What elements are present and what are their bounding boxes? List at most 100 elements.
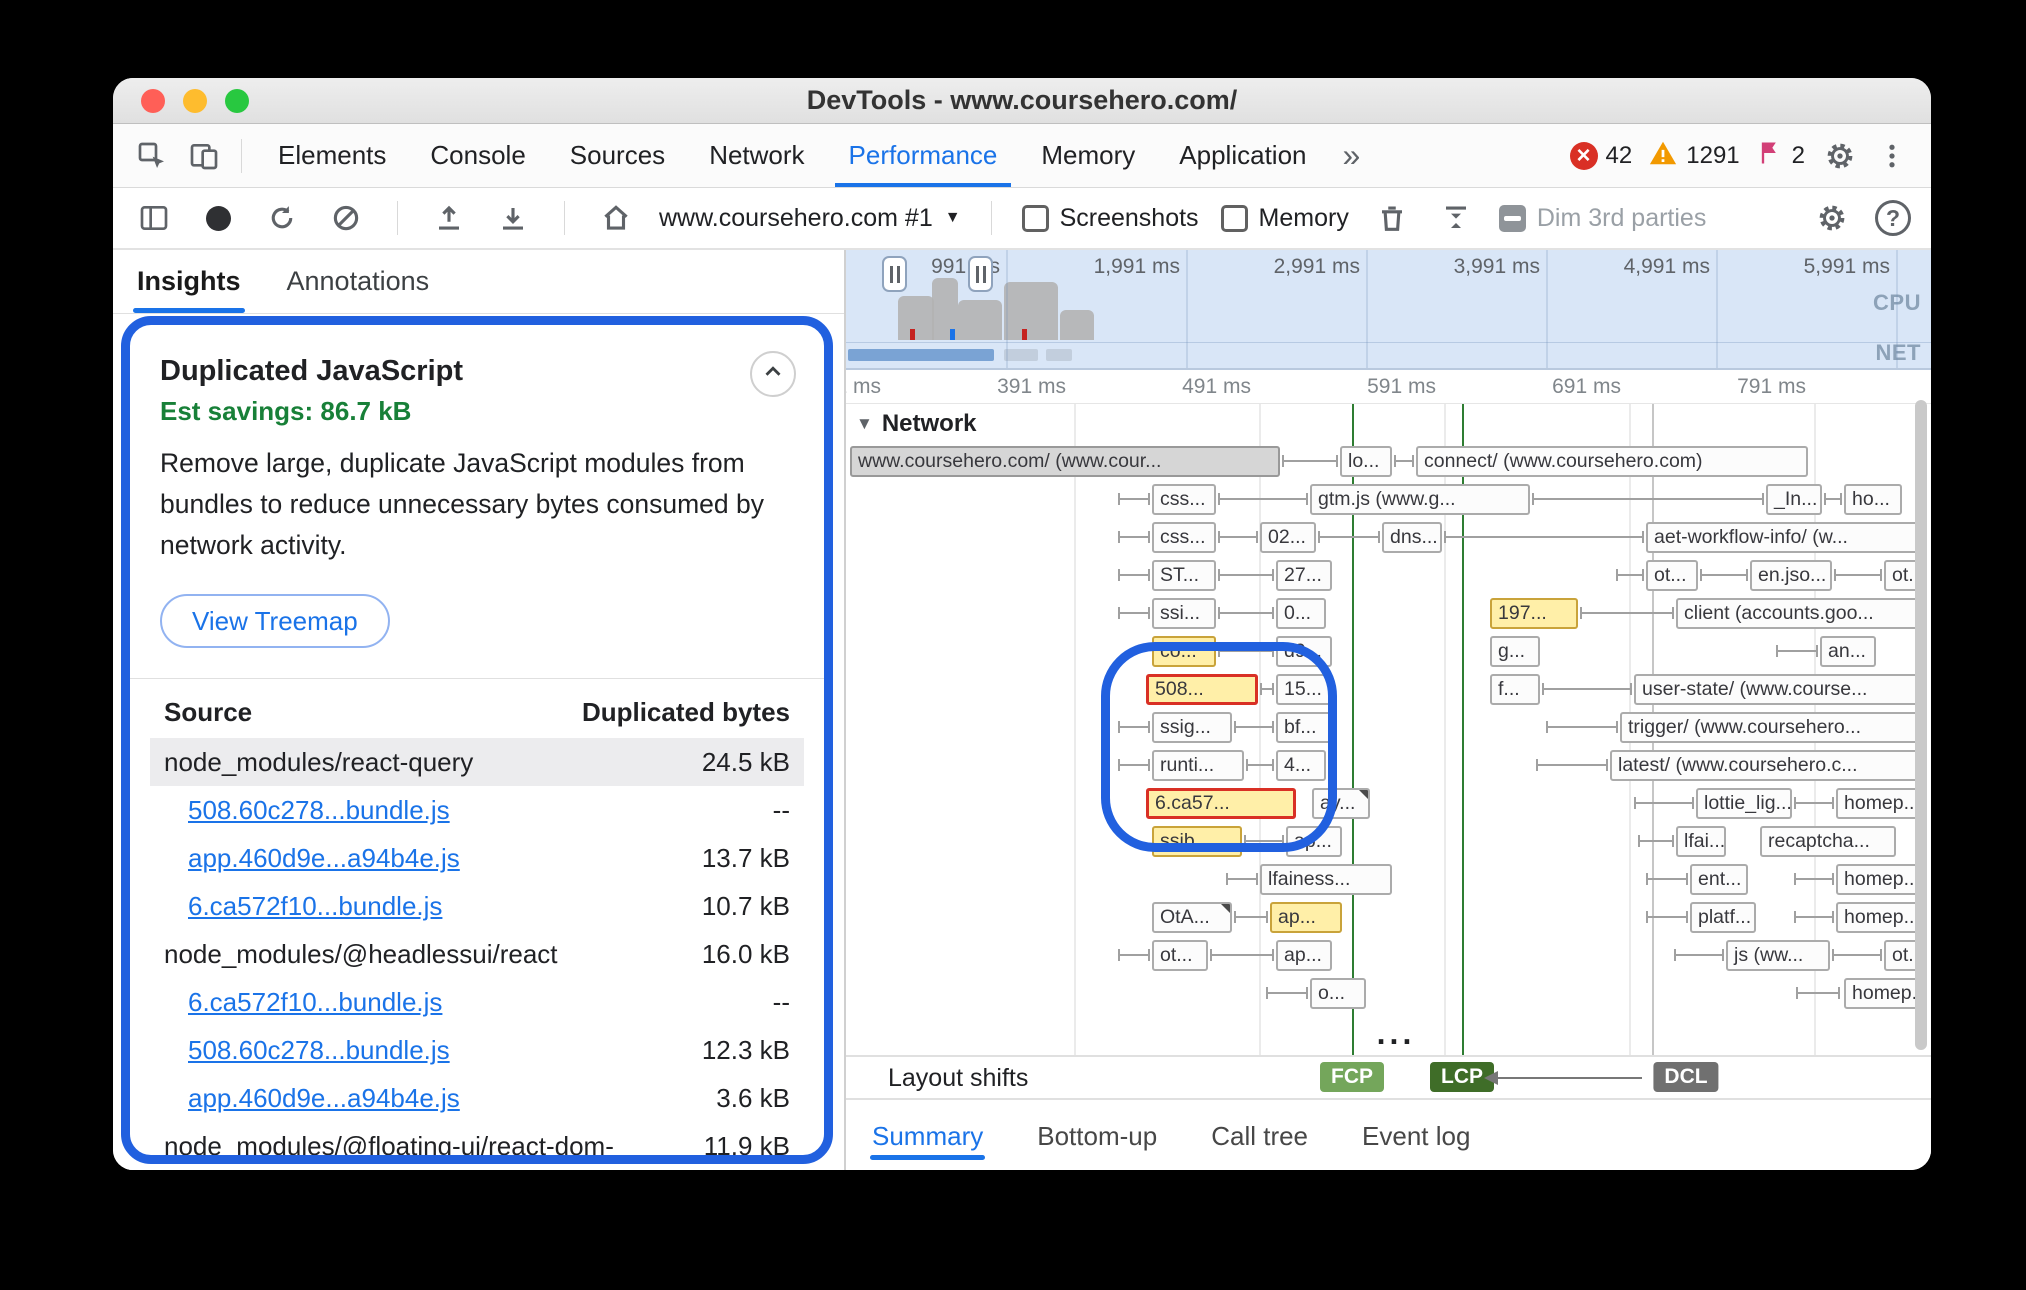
issues-badge[interactable]: 2: [1756, 139, 1805, 172]
network-request-bar[interactable]: css...: [1152, 522, 1216, 553]
source-file-link[interactable]: 6.ca572f10...bundle.js: [164, 889, 442, 923]
bottom-tab-call-tree[interactable]: Call tree: [1211, 1100, 1308, 1170]
network-request-bar[interactable]: homep...: [1836, 902, 1924, 933]
network-request-bar[interactable]: platf...: [1690, 902, 1756, 933]
view-treemap-button[interactable]: View Treemap: [160, 594, 390, 648]
source-file-link[interactable]: 6.ca572f10...bundle.js: [164, 985, 442, 1019]
network-request-bar[interactable]: g...: [1490, 636, 1540, 667]
network-request-bar[interactable]: js (ww...: [1726, 940, 1830, 971]
tab-sources[interactable]: Sources: [548, 124, 687, 187]
inspect-element-icon[interactable]: [129, 133, 175, 179]
screenshots-checkbox[interactable]: Screenshots: [1022, 204, 1199, 233]
zoom-button[interactable]: [225, 89, 249, 113]
clear-recording-icon[interactable]: [325, 197, 367, 239]
network-request-bar[interactable]: d9...: [1276, 636, 1332, 667]
bottom-tab-bottom-up[interactable]: Bottom-up: [1037, 1100, 1157, 1170]
table-row[interactable]: app.460d9e...a94b4e.js13.7 kB: [150, 834, 804, 882]
throttling-icon[interactable]: [1435, 197, 1477, 239]
table-row[interactable]: 6.ca572f10...bundle.js10.7 kB: [150, 882, 804, 930]
network-request-bar[interactable]: 02...: [1260, 522, 1316, 553]
error-badge[interactable]: × 42: [1570, 142, 1633, 170]
table-row[interactable]: 508.60c278...bundle.js--: [150, 786, 804, 834]
network-request-bar[interactable]: 15...: [1276, 674, 1332, 705]
table-row[interactable]: 6.ca572f10...bundle.js--: [150, 978, 804, 1026]
network-request-bar[interactable]: ssi...: [1152, 598, 1216, 629]
network-request-bar[interactable]: connect/ (www.coursehero.com): [1416, 446, 1808, 477]
network-request-bar[interactable]: ST...: [1152, 560, 1216, 591]
toggle-sidebar-icon[interactable]: [133, 197, 175, 239]
network-request-bar[interactable]: ssig...: [1152, 712, 1232, 743]
network-request-bar[interactable]: lottie_lig...: [1696, 788, 1792, 819]
network-request-bar[interactable]: gtm.js (www.g...: [1310, 484, 1530, 515]
network-request-bar[interactable]: lfainess...: [1260, 864, 1392, 895]
tab-console[interactable]: Console: [408, 124, 547, 187]
warning-badge[interactable]: 1291: [1648, 138, 1739, 173]
network-request-bar[interactable]: homep...: [1836, 788, 1924, 819]
bottom-tab-summary[interactable]: Summary: [872, 1100, 983, 1170]
network-request-bar[interactable]: www.coursehero.com/ (www.cour...: [850, 446, 1280, 477]
table-row[interactable]: node_modules/react-query24.5 kB: [150, 738, 804, 786]
zoom-handle-left[interactable]: [882, 256, 907, 292]
network-request-bar[interactable]: f...: [1490, 674, 1540, 705]
tab-network[interactable]: Network: [687, 124, 826, 187]
help-icon[interactable]: ?: [1875, 200, 1911, 236]
reload-and-record-icon[interactable]: [261, 197, 303, 239]
network-request-bar[interactable]: 197...: [1490, 598, 1578, 629]
source-file-link[interactable]: app.460d9e...a94b4e.js: [164, 1081, 460, 1115]
memory-checkbox[interactable]: Memory: [1221, 204, 1349, 233]
network-request-bar[interactable]: ay...: [1312, 788, 1370, 819]
tab-application[interactable]: Application: [1157, 124, 1328, 187]
source-file-link[interactable]: 508.60c278...bundle.js: [164, 793, 450, 827]
upload-profile-icon[interactable]: [428, 197, 470, 239]
network-request-bar[interactable]: 6.ca57...: [1146, 788, 1296, 819]
network-request-bar[interactable]: homep...: [1836, 864, 1924, 895]
source-file-link[interactable]: app.460d9e...a94b4e.js: [164, 841, 460, 875]
network-request-bar[interactable]: user-state/ (www.course...: [1634, 674, 1924, 705]
device-toolbar-icon[interactable]: [181, 133, 227, 179]
tab-elements[interactable]: Elements: [256, 124, 408, 187]
network-request-bar[interactable]: bf...: [1276, 712, 1334, 743]
tab-memory[interactable]: Memory: [1019, 124, 1157, 187]
vertical-scrollbar[interactable]: [1915, 400, 1927, 1050]
network-request-bar[interactable]: ot...: [1646, 560, 1698, 591]
network-request-bar[interactable]: ap...: [1270, 902, 1342, 933]
network-request-bar[interactable]: lo...: [1340, 446, 1392, 477]
network-request-bar[interactable]: dns...: [1382, 522, 1442, 553]
network-request-bar[interactable]: ent...: [1690, 864, 1748, 895]
network-request-bar[interactable]: an...: [1820, 636, 1876, 667]
network-request-bar[interactable]: homep...: [1844, 978, 1924, 1009]
table-row[interactable]: app.460d9e...a94b4e.js3.6 kB: [150, 1074, 804, 1122]
tab-insights[interactable]: Insights: [137, 250, 241, 313]
network-request-bar[interactable]: recaptcha...: [1760, 826, 1896, 857]
network-request-bar[interactable]: en.jso...: [1750, 560, 1832, 591]
network-request-bar[interactable]: 0...: [1276, 598, 1326, 629]
bottom-tab-event-log[interactable]: Event log: [1362, 1100, 1470, 1170]
network-request-bar[interactable]: ot...: [1152, 940, 1208, 971]
zoom-handle-right[interactable]: [968, 256, 993, 292]
minimize-button[interactable]: [183, 89, 207, 113]
settings-gear-icon[interactable]: [1817, 133, 1863, 179]
timeline-overview[interactable]: CPU NET 991 ms1,991 ms2,991 ms3,991 ms4,…: [846, 250, 1931, 370]
network-request-bar[interactable]: aet-workflow-info/ (w...: [1646, 522, 1924, 553]
network-request-bar[interactable]: lfai...: [1676, 826, 1726, 857]
network-request-bar[interactable]: _In...: [1766, 484, 1822, 515]
source-file-link[interactable]: 508.60c278...bundle.js: [164, 1033, 450, 1067]
download-profile-icon[interactable]: [492, 197, 534, 239]
network-request-bar[interactable]: trigger/ (www.coursehero...: [1620, 712, 1924, 743]
collect-garbage-icon[interactable]: [1371, 197, 1413, 239]
network-request-bar[interactable]: css...: [1152, 484, 1216, 515]
tab-annotations[interactable]: Annotations: [287, 250, 430, 313]
home-icon[interactable]: [595, 197, 637, 239]
tab-performance[interactable]: Performance: [827, 124, 1020, 187]
network-request-bar[interactable]: OtA...: [1152, 902, 1232, 933]
network-request-bar[interactable]: client (accounts.goo...: [1676, 598, 1924, 629]
network-request-bar[interactable]: co...: [1152, 636, 1216, 667]
table-row[interactable]: 508.60c278...bundle.js12.3 kB: [150, 1026, 804, 1074]
kebab-menu-icon[interactable]: [1869, 133, 1915, 179]
network-request-bar[interactable]: 4...: [1276, 750, 1326, 781]
network-request-bar[interactable]: ap...: [1276, 940, 1332, 971]
capture-settings-gear-icon[interactable]: [1811, 197, 1853, 239]
dim-3rd-parties-checkbox[interactable]: Dim 3rd parties: [1499, 204, 1707, 233]
network-request-bar[interactable]: 508...: [1146, 674, 1258, 705]
more-tabs-button[interactable]: »: [1335, 137, 1369, 174]
